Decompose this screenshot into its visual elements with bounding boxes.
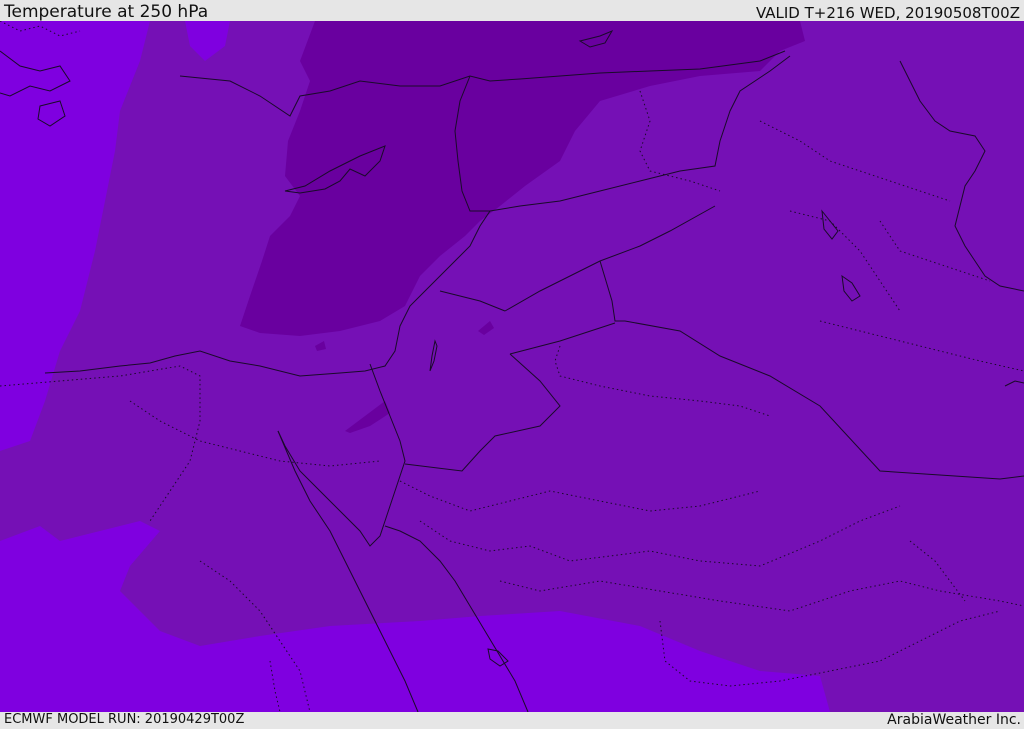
footer-bar: ECMWF MODEL RUN: 20190429T00Z ArabiaWeat… — [0, 712, 1024, 729]
map-canvas — [0, 21, 1024, 712]
map-title: Temperature at 250 hPa — [4, 2, 209, 22]
temperature-map[interactable] — [0, 21, 1024, 712]
valid-time-label: VALID T+216 WED, 20190508T00Z — [755, 4, 1020, 22]
header-bar: Temperature at 250 hPa VALID T+216 WED, … — [0, 0, 1024, 22]
provider-credit: ArabiaWeather Inc. — [887, 712, 1021, 728]
model-run-label: ECMWF MODEL RUN: 20190429T00Z — [4, 712, 245, 727]
weather-map-page: Temperature at 250 hPa VALID T+216 WED, … — [0, 0, 1024, 729]
